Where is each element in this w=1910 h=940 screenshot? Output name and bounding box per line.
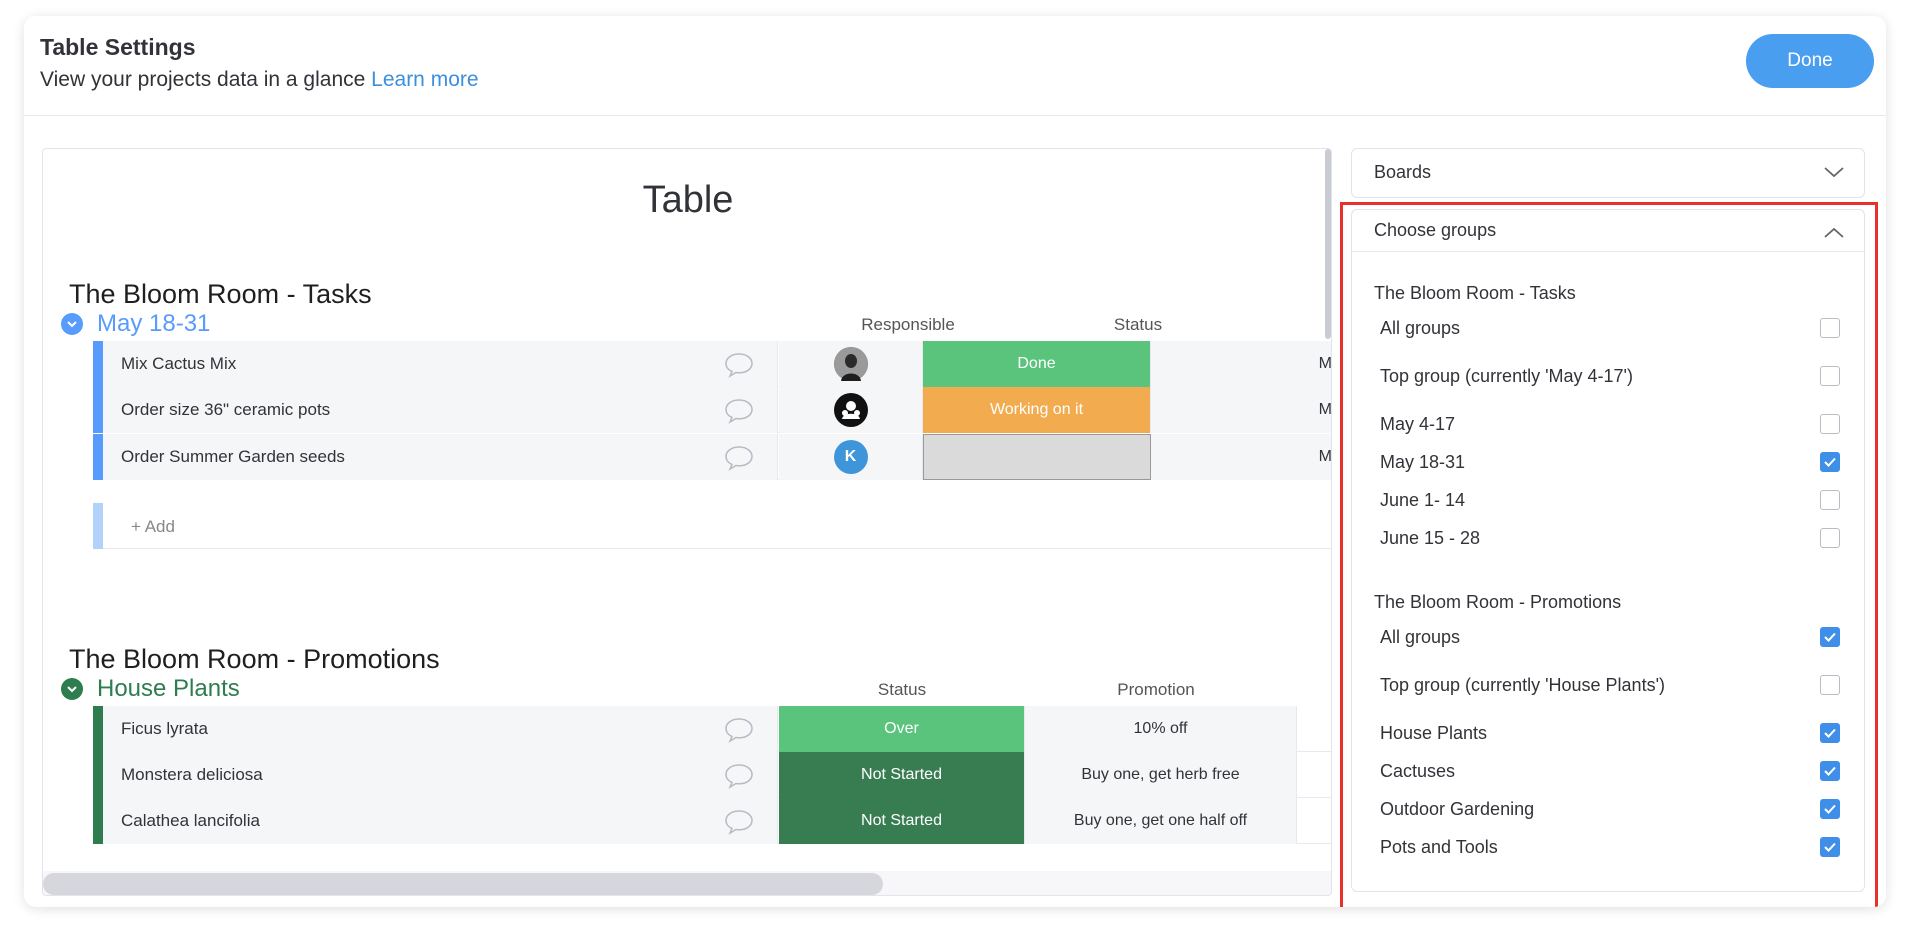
promotion-text: 10% off (1133, 720, 1188, 737)
item-name: Mix Cactus Mix (121, 354, 237, 373)
date-cell[interactable]: M (1151, 434, 1332, 480)
group-name: May 18-31 (97, 310, 211, 337)
item-name-cell[interactable]: Monstera deliciosa (103, 752, 778, 798)
dialog-subtitle: View your projects data in a glance Lear… (40, 68, 479, 92)
column-header-status: Status (877, 680, 927, 699)
boards-dropdown-label: Boards (1374, 161, 1432, 182)
table-row[interactable]: Calathea lancifolia Not Started Buy one, g… (93, 798, 1331, 844)
status-label: Not Started (861, 812, 942, 829)
status-label: Working on it (989, 401, 1084, 418)
comment-bubble-icon[interactable] (723, 397, 755, 425)
status-cell[interactable]: Not Started (779, 798, 1025, 844)
comment-bubble-icon[interactable] (723, 762, 755, 790)
status-label: Over (884, 720, 919, 737)
group-color-bar (93, 503, 103, 549)
add-item-label[interactable]: + Add (131, 517, 175, 537)
status-cell[interactable]: Working on it (923, 387, 1151, 433)
horizontal-scrollbar[interactable] (43, 873, 883, 895)
group-color-bar (93, 706, 103, 752)
vertical-scrollbar[interactable] (1325, 149, 1331, 339)
item-name: Order Summer Garden seeds (121, 447, 345, 466)
avatar-letter: K (844, 448, 857, 465)
status-cell[interactable]: Done (923, 341, 1151, 387)
collapse-group-icon[interactable] (61, 678, 83, 700)
subtitle-text: View your projects data in a glance (40, 68, 366, 91)
promotion-text: Buy one, get herb free (1081, 766, 1240, 783)
status-cell[interactable]: Over (779, 706, 1025, 752)
item-name-cell[interactable]: Order size 36" ceramic pots (103, 387, 778, 433)
comment-bubble-icon[interactable] (723, 808, 755, 836)
table-row[interactable]: Order Summer Garden seeds K M (93, 434, 1332, 480)
highlight-box (1340, 202, 1878, 907)
status-label: Not Started (861, 766, 942, 783)
table-preview: Table The Bloom Room - Tasks May 18-31 R… (42, 148, 1332, 896)
add-item-row[interactable]: + Add (93, 503, 1331, 549)
column-header-status: Status (1113, 315, 1163, 334)
status-label: Done (1017, 355, 1056, 372)
item-name-cell[interactable]: Ficus lyrata (103, 706, 778, 752)
responsible-cell[interactable] (779, 387, 923, 433)
table-row[interactable]: Monstera deliciosa Not Started Buy one, ge… (93, 752, 1331, 798)
group-header-house-plants[interactable]: House Plants (61, 674, 240, 704)
table-row[interactable]: Ficus lyrata Over 10% off (93, 706, 1331, 752)
date-cell[interactable]: M (1151, 341, 1332, 387)
boards-dropdown[interactable]: Boards (1351, 148, 1865, 198)
chevron-down-icon (1824, 167, 1844, 178)
preview-title: Table (642, 179, 734, 221)
group-color-bar (93, 752, 103, 798)
dialog-header: Table Settings View your projects data i… (24, 16, 1886, 116)
person-icon[interactable] (833, 393, 868, 427)
comment-bubble-icon[interactable] (723, 716, 755, 744)
status-cell[interactable] (923, 434, 1151, 480)
group-color-bar (93, 341, 103, 387)
table-settings-dialog: Table Settings View your projects data i… (24, 16, 1886, 907)
group-color-bar (93, 434, 103, 480)
item-name: Monstera deliciosa (121, 765, 263, 784)
date-partial: M (1318, 355, 1332, 372)
item-name-cell[interactable]: Order Summer Garden seeds (103, 434, 778, 480)
responsible-cell[interactable]: K (779, 434, 923, 480)
group-name: House Plants (97, 675, 240, 702)
board-title-tasks: The Bloom Room - Tasks (69, 279, 372, 309)
date-partial: M (1318, 401, 1332, 418)
promotion-cell[interactable]: Buy one, get one half off (1025, 798, 1297, 844)
avatar-initial[interactable]: K (833, 440, 868, 474)
horizontal-scrollbar-track (43, 871, 1331, 895)
collapse-group-icon[interactable] (61, 313, 83, 335)
date-partial: M (1318, 448, 1332, 465)
dialog-title: Table Settings (40, 34, 196, 60)
group-color-bar (93, 387, 103, 433)
promotion-cell[interactable]: Buy one, get herb free (1025, 752, 1297, 798)
status-cell[interactable]: Not Started (779, 752, 1025, 798)
group-color-bar (93, 798, 103, 844)
promotion-text: Buy one, get one half off (1073, 812, 1248, 829)
item-name: Ficus lyrata (121, 719, 208, 738)
learn-more-link[interactable]: Learn more (371, 68, 478, 91)
board-title-promotions: The Bloom Room - Promotions (69, 644, 440, 674)
table-row[interactable]: Mix Cactus Mix Done M (93, 341, 1332, 387)
table-row[interactable]: Order size 36" ceramic pots Working on it… (93, 387, 1332, 433)
date-cell[interactable]: M (1151, 387, 1332, 433)
item-name-cell[interactable]: Mix Cactus Mix (103, 341, 778, 387)
item-name-cell[interactable]: Calathea lancifolia (103, 798, 778, 844)
done-button[interactable]: Done (1746, 34, 1874, 88)
promotion-cell[interactable]: 10% off (1025, 706, 1297, 752)
item-name: Order size 36" ceramic pots (121, 400, 331, 419)
avatar-photo[interactable] (833, 347, 868, 381)
responsible-cell[interactable] (779, 341, 923, 387)
comment-bubble-icon[interactable] (723, 351, 755, 379)
group-header-may-18-31[interactable]: May 18-31 (61, 309, 210, 339)
comment-bubble-icon[interactable] (723, 444, 755, 472)
column-header-promotion: Promotion (1117, 680, 1195, 699)
column-header-responsible: Responsible (861, 315, 955, 334)
item-name: Calathea lancifolia (121, 811, 260, 830)
